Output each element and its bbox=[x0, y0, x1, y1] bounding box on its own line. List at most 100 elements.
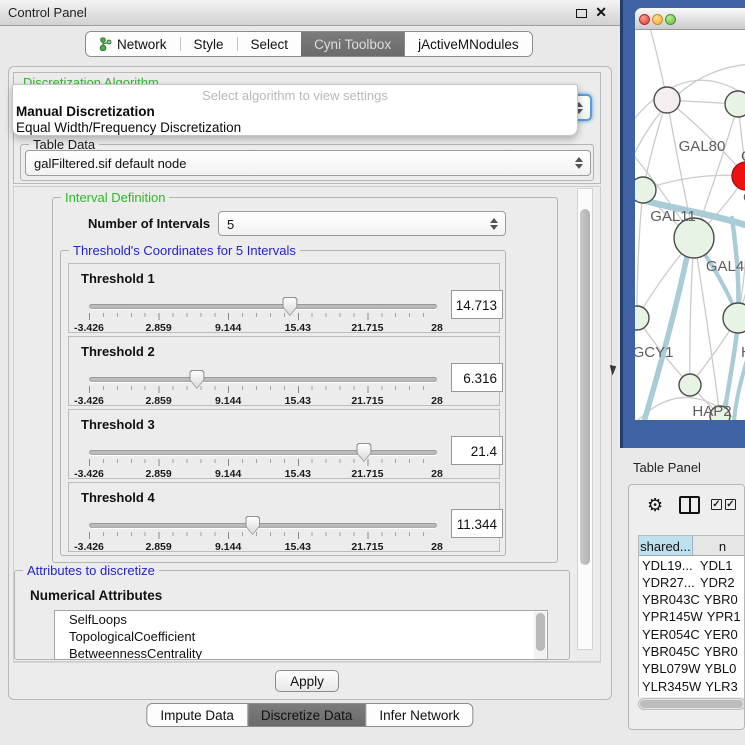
cell-shared-name: YPR145W bbox=[639, 608, 703, 625]
tab-label: Discretize Data bbox=[261, 708, 353, 723]
threshold-slider[interactable]: -3.4262.8599.14415.4321.71528 bbox=[89, 446, 437, 478]
table-horizontal-scrollbar[interactable] bbox=[638, 698, 745, 710]
node-h bbox=[723, 303, 745, 333]
column-header-shared-name[interactable]: shared... bbox=[639, 536, 693, 555]
table-row[interactable]: YPR145W YPR1 bbox=[639, 608, 745, 625]
checkbox-icon[interactable]: ✓ bbox=[725, 499, 736, 510]
slider-ticks bbox=[89, 532, 437, 539]
table-row[interactable]: YBR043C YBR0 bbox=[639, 591, 745, 608]
table-row[interactable]: YDL19... YDL1 bbox=[639, 556, 745, 573]
tab-cyni-toolbox[interactable]: Cyni Toolbox bbox=[301, 32, 404, 56]
tab-label: Cyni Toolbox bbox=[314, 37, 391, 52]
tab-style[interactable]: Style bbox=[181, 32, 237, 56]
slider-thumb[interactable] bbox=[356, 443, 371, 462]
list-scrollbar[interactable] bbox=[534, 612, 546, 660]
threshold-slider[interactable]: -3.4262.8599.14415.4321.71528 bbox=[89, 300, 437, 332]
slider-track[interactable] bbox=[89, 450, 437, 455]
tab-label: Select bbox=[251, 37, 289, 52]
threshold-value-field[interactable]: 14.713 bbox=[451, 290, 503, 319]
slider-track[interactable] bbox=[89, 523, 437, 528]
tick-label: 28 bbox=[431, 541, 443, 553]
control-panel-titlebar: Control Panel ✕ bbox=[0, 0, 620, 26]
slider-thumb[interactable] bbox=[282, 297, 297, 316]
threshold-slider[interactable]: -3.4262.8599.14415.4321.71528 bbox=[89, 519, 437, 551]
dropdown-option-manual[interactable]: Manual Discretization bbox=[16, 104, 155, 119]
table-hscrollbar-thumb[interactable] bbox=[640, 700, 743, 708]
node-top-right bbox=[725, 91, 745, 117]
stepper-icon bbox=[489, 218, 499, 230]
tab-discretize-data[interactable]: Discretize Data bbox=[248, 704, 366, 726]
threshold-value-field[interactable]: 11.344 bbox=[451, 509, 503, 538]
tick-label: 9.144 bbox=[215, 541, 241, 553]
network-graph: GAL80 G C GAL11 GAL4 GCY1 H HAP2 bbox=[635, 30, 745, 420]
mac-minimize-icon[interactable] bbox=[652, 14, 663, 25]
network-window-titlebar[interactable] bbox=[635, 8, 745, 30]
table-panel: ⚙ ✓ ✓ shared... n YDL19... YDL1 YDR27...… bbox=[628, 484, 745, 730]
slider-ticks bbox=[89, 459, 437, 466]
cell-name: YPR1 bbox=[703, 608, 745, 625]
table-data-combobox[interactable]: galFiltered.sif default node bbox=[25, 150, 591, 176]
attribute-item[interactable]: BetweennessCentrality bbox=[55, 645, 547, 660]
slider-track[interactable] bbox=[89, 304, 437, 309]
cell-name: YDR2 bbox=[696, 573, 745, 590]
columns-icon[interactable] bbox=[679, 496, 700, 514]
attribute-item[interactable]: TopologicalCoefficient bbox=[55, 628, 547, 645]
numerical-attributes-list[interactable]: SelfLoopsTopologicalCoefficientBetweenne… bbox=[54, 610, 548, 660]
tick-label: -3.426 bbox=[74, 322, 104, 334]
apply-button[interactable]: Apply bbox=[275, 670, 339, 692]
table-row[interactable]: YLR345W YLR3 bbox=[639, 677, 745, 694]
node-hap2 bbox=[679, 374, 701, 396]
mac-close-icon[interactable] bbox=[639, 14, 650, 25]
gear-icon[interactable]: ⚙ bbox=[647, 496, 663, 514]
list-scrollbar-thumb[interactable] bbox=[536, 613, 545, 651]
dropdown-option-equal-width[interactable]: Equal Width/Frequency Discretization bbox=[16, 120, 241, 135]
vertical-scrollbar-thumb[interactable] bbox=[580, 209, 590, 565]
tick-label: 28 bbox=[431, 468, 443, 480]
vertical-scrollbar[interactable] bbox=[577, 188, 593, 650]
slider-thumb[interactable] bbox=[189, 370, 204, 389]
float-window-icon[interactable] bbox=[576, 9, 587, 18]
tick-labels: -3.4262.8599.14415.4321.71528 bbox=[89, 395, 437, 407]
tick-label: 21.715 bbox=[351, 541, 383, 553]
num-intervals-combobox[interactable]: 5 bbox=[218, 211, 506, 236]
threshold-row: Threshold 1 -3.4262.8599.14415.4321.7152… bbox=[68, 263, 500, 333]
attribute-item[interactable]: SelfLoops bbox=[55, 611, 547, 628]
table-panel-title: Table Panel bbox=[633, 460, 701, 475]
table-row[interactable]: YBL079W YBL0 bbox=[639, 660, 745, 677]
slider-thumb[interactable] bbox=[245, 516, 260, 535]
table-row[interactable]: YIL052C YIL0 bbox=[639, 694, 745, 697]
panel-title: Control Panel bbox=[8, 5, 87, 20]
slider-track[interactable] bbox=[89, 377, 437, 382]
threshold-label: Threshold 3 bbox=[81, 417, 155, 432]
tick-labels: -3.4262.8599.14415.4321.71528 bbox=[89, 322, 437, 334]
node-label-partial-g: G bbox=[741, 148, 745, 165]
tab-infer-network[interactable]: Infer Network bbox=[366, 704, 472, 726]
node-red bbox=[732, 162, 745, 190]
table-row[interactable]: YBR045C YBR0 bbox=[639, 642, 745, 659]
tick-major bbox=[89, 386, 437, 393]
tab-jactivemnodules[interactable]: jActiveMNodules bbox=[404, 32, 532, 56]
table-row[interactable]: YDR27... YDR2 bbox=[639, 573, 745, 590]
tick-label: 2.859 bbox=[145, 541, 171, 553]
table-row[interactable]: YER054C YER0 bbox=[639, 625, 745, 642]
tab-label: Impute Data bbox=[160, 708, 234, 723]
network-canvas[interactable]: GAL80 G C GAL11 GAL4 GCY1 H HAP2 bbox=[635, 30, 745, 420]
mac-zoom-icon[interactable] bbox=[665, 14, 676, 25]
node-label-gal11: GAL11 bbox=[650, 208, 696, 225]
cell-shared-name: YER054C bbox=[639, 625, 700, 642]
threshold-value-field[interactable]: 6.316 bbox=[451, 363, 503, 392]
tab-select[interactable]: Select bbox=[238, 32, 302, 56]
close-icon[interactable]: ✕ bbox=[595, 4, 607, 21]
threshold-value-field[interactable]: 21.4 bbox=[451, 436, 503, 465]
cell-shared-name: YIL052C bbox=[639, 694, 696, 697]
tick-label: 2.859 bbox=[145, 395, 171, 407]
screen: Control Panel ✕ Network Style Select Cyn… bbox=[0, 0, 745, 745]
checkbox-icon[interactable]: ✓ bbox=[711, 499, 722, 510]
threshold-slider[interactable]: -3.4262.8599.14415.4321.71528 bbox=[89, 373, 437, 405]
column-header-name[interactable]: n bbox=[693, 536, 745, 555]
tick-label: -3.426 bbox=[74, 395, 104, 407]
cell-name: YBR0 bbox=[700, 642, 745, 659]
tab-impute-data[interactable]: Impute Data bbox=[147, 704, 247, 726]
tab-network[interactable]: Network bbox=[86, 32, 180, 56]
cell-name: YBL0 bbox=[701, 660, 745, 677]
